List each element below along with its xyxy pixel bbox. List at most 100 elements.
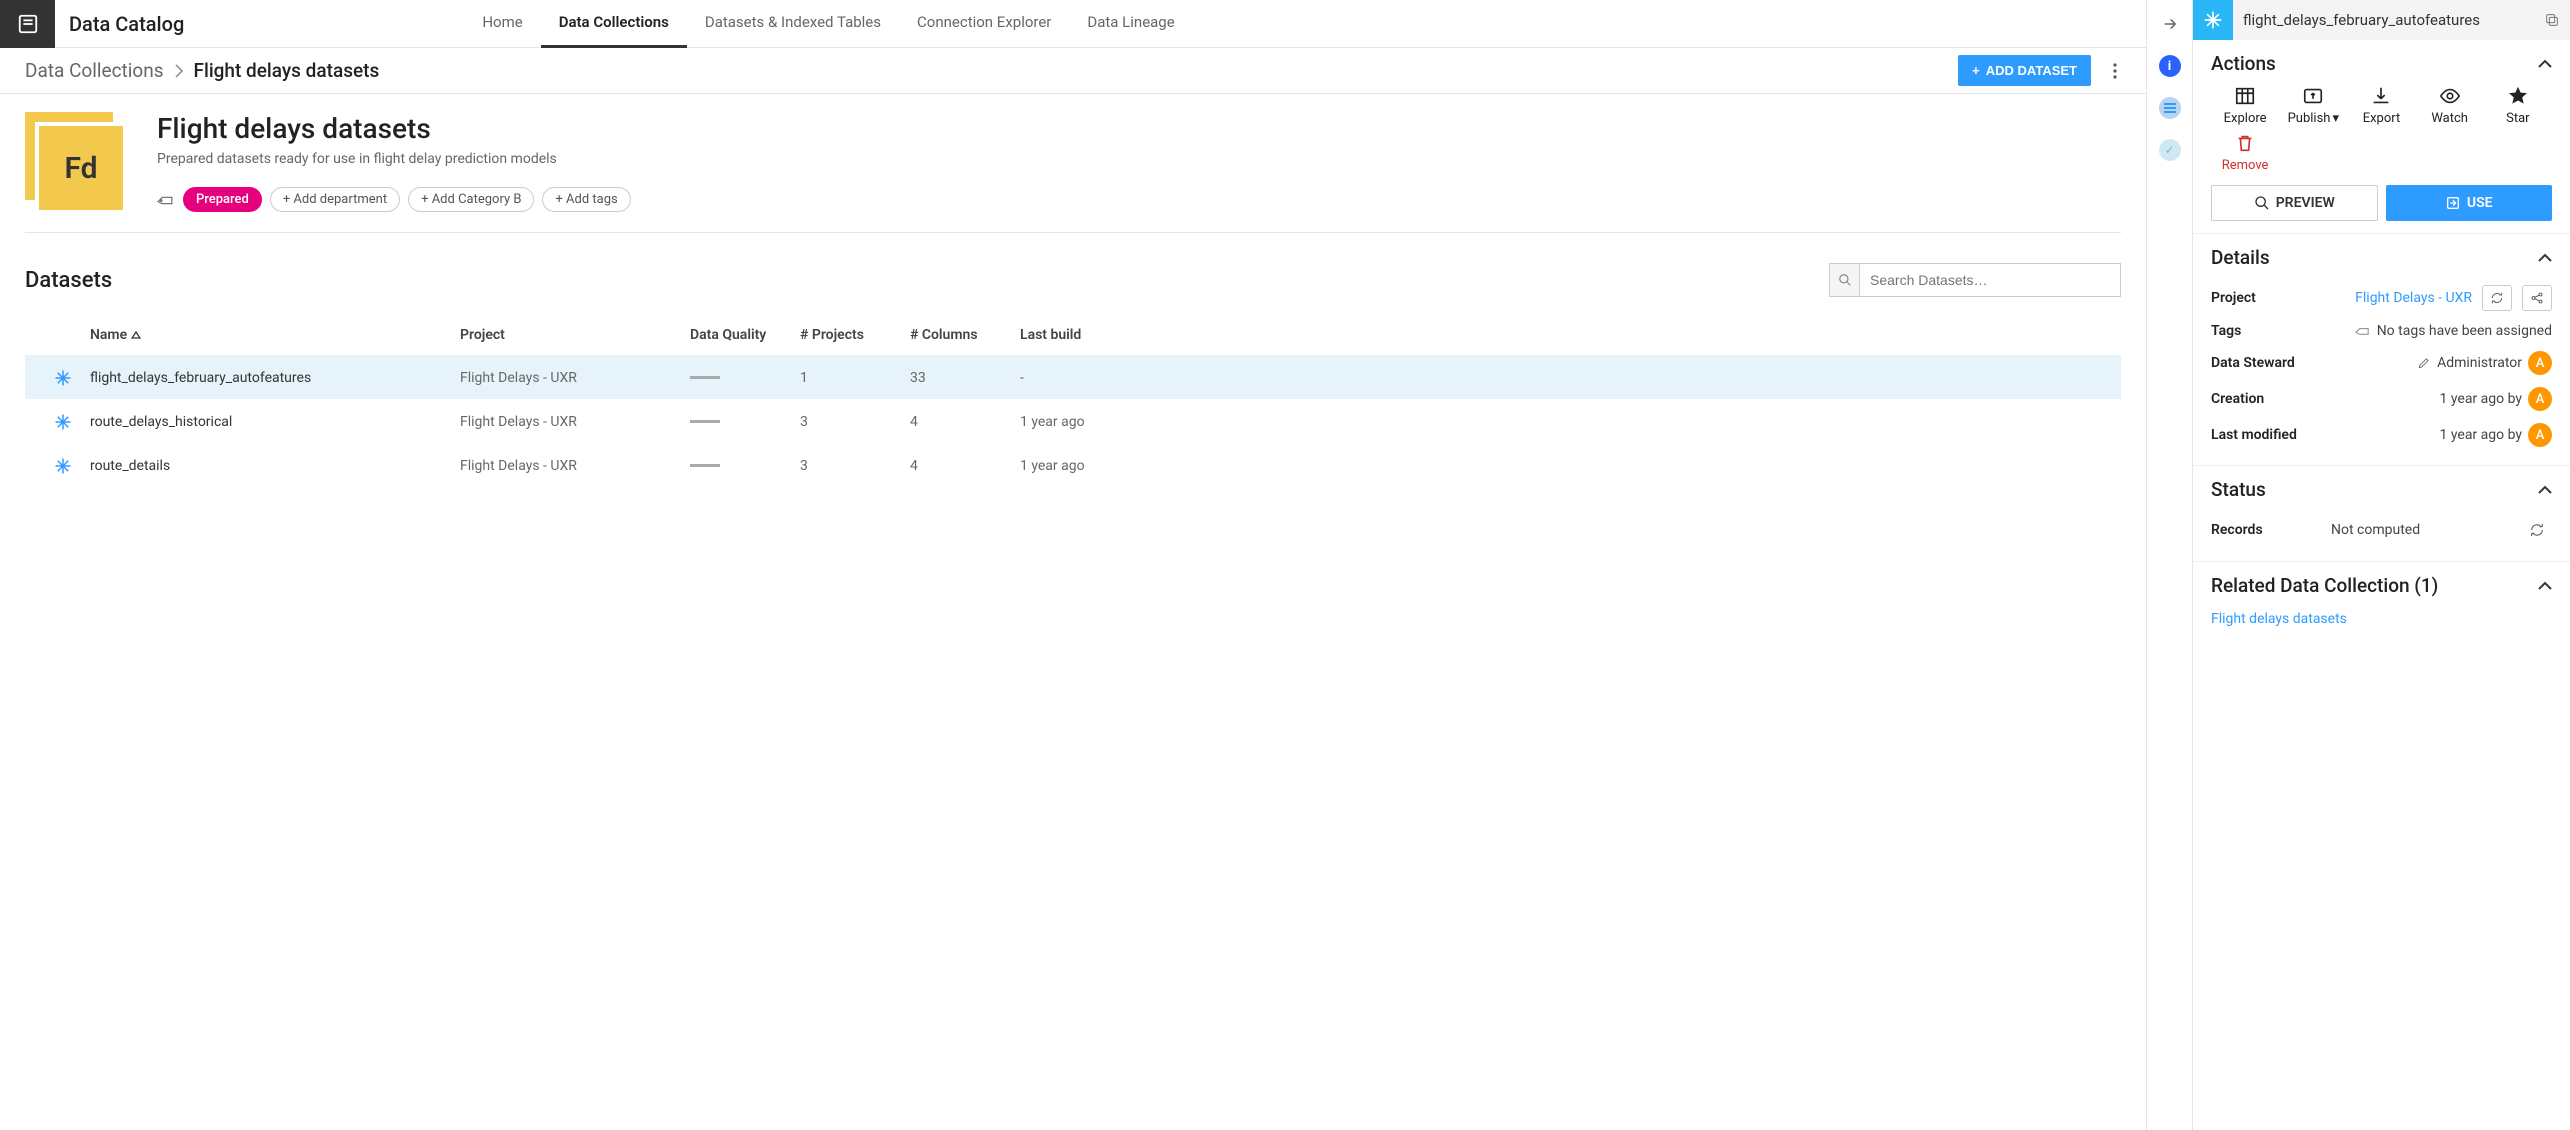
steward-value: Administrator: [2437, 355, 2522, 371]
related-section-title: Related Data Collection (1): [2211, 574, 2538, 597]
breadcrumb-root[interactable]: Data Collections: [25, 59, 164, 82]
project-label: Project: [2211, 290, 2331, 306]
records-label: Records: [2211, 522, 2331, 538]
creator-avatar: A: [2528, 387, 2552, 411]
expand-panel-button[interactable]: [2156, 10, 2184, 38]
tag-prepared[interactable]: Prepared: [183, 187, 262, 212]
plus-icon: +: [1972, 63, 1980, 78]
info-tab-button[interactable]: i: [2156, 52, 2184, 80]
use-button[interactable]: USE: [2386, 185, 2553, 221]
row-project: Flight Delays - UXR: [460, 458, 690, 474]
modifier-avatar: A: [2528, 423, 2552, 447]
refresh-records-button[interactable]: [2522, 517, 2552, 543]
action-export[interactable]: Export: [2347, 85, 2415, 126]
col-columns-count[interactable]: # Columns: [910, 327, 1020, 343]
copy-name-button[interactable]: [2534, 12, 2570, 28]
collapse-actions-button[interactable]: [2538, 59, 2552, 69]
datasets-table: Name Project Data Quality # Projects # C…: [25, 315, 2121, 487]
top-nav: Data Catalog Home Data Collections Datas…: [0, 0, 2146, 48]
share-project-button[interactable]: [2522, 285, 2552, 311]
preview-button[interactable]: PREVIEW: [2211, 185, 2378, 221]
creation-label: Creation: [2211, 391, 2331, 407]
more-menu-button[interactable]: [2109, 59, 2121, 83]
dataset-row-icon: [35, 369, 90, 387]
add-dataset-label: ADD DATASET: [1986, 63, 2077, 78]
app-title: Data Catalog: [69, 12, 184, 36]
row-name: flight_delays_february_autofeatures: [90, 370, 460, 386]
creation-value: 1 year ago by: [2440, 391, 2522, 407]
row-quality: [690, 420, 800, 423]
row-columns-count: 4: [910, 458, 1020, 474]
collapse-details-button[interactable]: [2538, 253, 2552, 263]
datasets-title: Datasets: [25, 268, 112, 293]
search-datasets-input[interactable]: [1860, 264, 2120, 296]
detail-title: flight_delays_february_autofeatures: [2243, 11, 2534, 29]
sort-asc-icon: [131, 330, 141, 340]
collapse-status-button[interactable]: [2538, 485, 2552, 495]
refresh-project-button[interactable]: [2482, 285, 2512, 311]
action-watch[interactable]: Watch: [2416, 85, 2484, 126]
table-row[interactable]: route_details Flight Delays - UXR 3 4 1 …: [25, 443, 2121, 487]
collection-icon: Fd: [25, 112, 125, 212]
nav-tab-lineage[interactable]: Data Lineage: [1069, 0, 1192, 48]
row-columns-count: 33: [910, 370, 1020, 386]
breadcrumb-separator-icon: [174, 64, 184, 78]
row-last-build: 1 year ago: [1020, 414, 1130, 430]
action-star[interactable]: Star: [2484, 85, 2552, 126]
col-project[interactable]: Project: [460, 327, 690, 343]
add-dataset-button[interactable]: + ADD DATASET: [1958, 55, 2091, 86]
project-link[interactable]: Flight Delays - UXR: [2355, 290, 2472, 306]
check-tab-button[interactable]: ✓: [2156, 136, 2184, 164]
action-explore[interactable]: Explore: [2211, 85, 2279, 126]
search-icon: [1830, 264, 1860, 296]
dataset-type-icon: [2193, 0, 2233, 40]
datasets-section: Datasets Name: [0, 253, 2146, 497]
row-project: Flight Delays - UXR: [460, 414, 690, 430]
app-logo[interactable]: [0, 0, 55, 48]
add-tags-button[interactable]: + Add tags: [542, 187, 630, 212]
row-projects-count: 3: [800, 458, 910, 474]
tags-label: Tags: [2211, 323, 2331, 339]
related-collection-link[interactable]: Flight delays datasets: [2211, 607, 2552, 627]
collapse-related-button[interactable]: [2538, 581, 2552, 591]
status-section-title: Status: [2211, 478, 2538, 501]
collection-title: Flight delays datasets: [157, 112, 2121, 145]
actions-section-title: Actions: [2211, 52, 2538, 75]
row-projects-count: 3: [800, 414, 910, 430]
collection-description: Prepared datasets ready for use in fligh…: [157, 151, 2121, 167]
list-tab-button[interactable]: [2156, 94, 2184, 122]
caret-down-icon: ▾: [2332, 111, 2339, 126]
add-category-b-tag[interactable]: + Add Category B: [408, 187, 534, 212]
table-row[interactable]: flight_delays_february_autofeatures Flig…: [25, 355, 2121, 399]
nav-tab-datasets[interactable]: Datasets & Indexed Tables: [687, 0, 899, 48]
modified-value: 1 year ago by: [2440, 427, 2522, 443]
action-remove[interactable]: Remove: [2211, 132, 2279, 173]
dataset-row-icon: [35, 413, 90, 431]
col-quality[interactable]: Data Quality: [690, 327, 800, 343]
row-last-build: 1 year ago: [1020, 458, 1130, 474]
records-value: Not computed: [2331, 522, 2420, 538]
details-section-title: Details: [2211, 246, 2538, 269]
nav-tab-home[interactable]: Home: [464, 0, 540, 48]
nav-tab-collections[interactable]: Data Collections: [541, 0, 687, 48]
edit-steward-button[interactable]: [2417, 356, 2431, 370]
row-last-build: -: [1020, 370, 1130, 386]
col-name[interactable]: Name: [90, 327, 460, 343]
tags-value: No tags have been assigned: [2377, 323, 2552, 339]
col-last-build[interactable]: Last build: [1020, 327, 1130, 343]
table-row[interactable]: route_delays_historical Flight Delays - …: [25, 399, 2121, 443]
steward-avatar: A: [2528, 351, 2552, 375]
collection-abbr: Fd: [37, 124, 125, 212]
col-projects-count[interactable]: # Projects: [800, 327, 910, 343]
tag-icon: [157, 191, 175, 209]
breadcrumb-row: Data Collections Flight delays datasets …: [0, 48, 2146, 94]
action-publish[interactable]: Publish▾: [2279, 85, 2347, 126]
modified-label: Last modified: [2211, 427, 2331, 443]
nav-tab-explorer[interactable]: Connection Explorer: [899, 0, 1069, 48]
breadcrumb-current: Flight delays datasets: [194, 59, 380, 82]
add-department-tag[interactable]: + Add department: [270, 187, 400, 212]
table-header: Name Project Data Quality # Projects # C…: [25, 315, 2121, 355]
row-columns-count: 4: [910, 414, 1020, 430]
steward-label: Data Steward: [2211, 355, 2331, 371]
row-name: route_details: [90, 458, 460, 474]
